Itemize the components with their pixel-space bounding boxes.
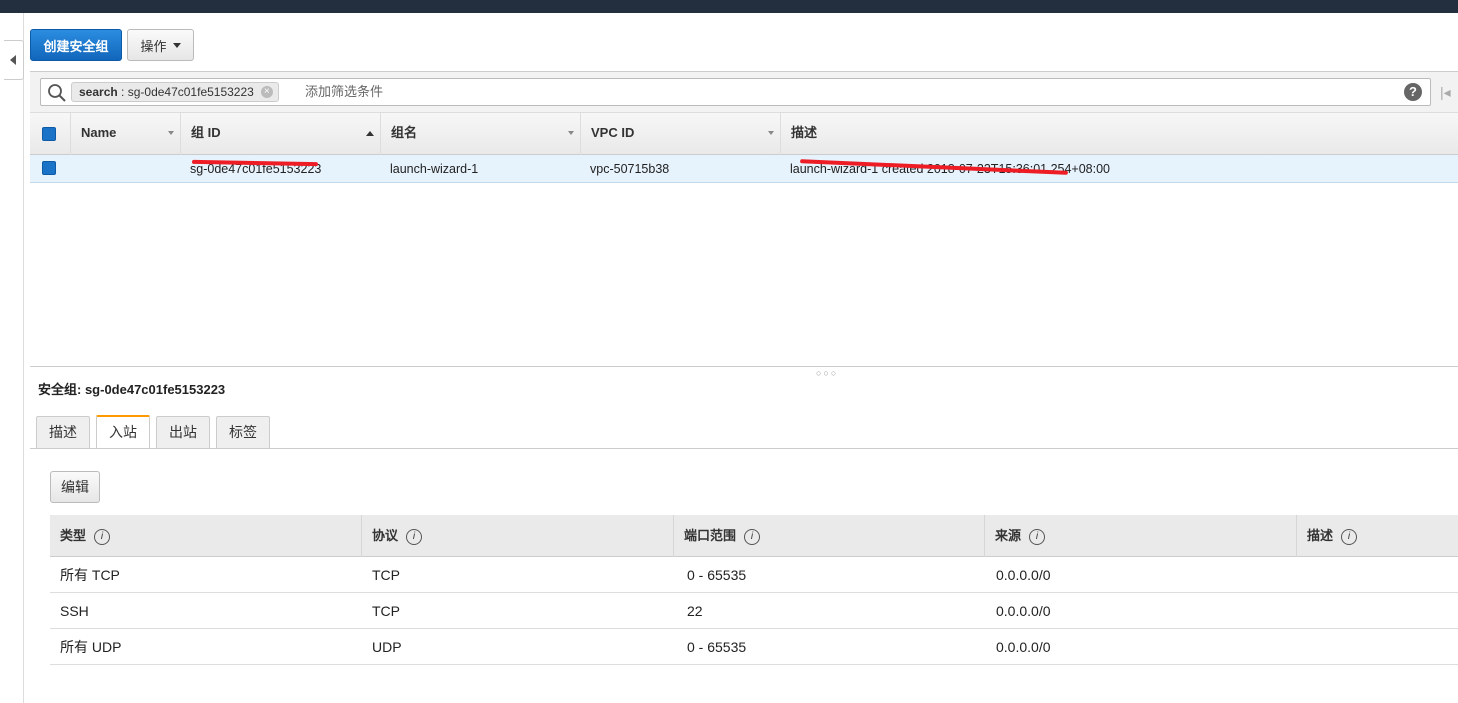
create-security-group-button[interactable]: 创建安全组 [30, 29, 122, 61]
tab-outbound[interactable]: 出站 [156, 416, 210, 449]
sort-icon [768, 131, 774, 135]
sort-icon [568, 131, 574, 135]
cell-group-name: launch-wizard-1 [390, 162, 479, 176]
table-row[interactable]: sg-0de47c01fe5153223 launch-wizard-1 vpc… [30, 155, 1458, 183]
info-icon[interactable]: i [1341, 528, 1358, 545]
rule-protocol: TCP [372, 567, 400, 583]
rule-port-range: 0 - 65535 [687, 639, 747, 655]
info-icon[interactable]: i [94, 528, 111, 545]
filter-token[interactable]: search : sg-0de47c01fe5153223 × [71, 82, 279, 102]
actions-dropdown-button[interactable]: 操作 [127, 29, 194, 61]
column-label: Name [81, 125, 117, 140]
rule-protocol: UDP [372, 639, 402, 655]
rule-protocol: TCP [372, 603, 400, 619]
search-placeholder: 添加筛选条件 [305, 84, 384, 99]
rule-port-range: 22 [687, 603, 703, 619]
drag-handle-icon[interactable]: ○○○ [816, 368, 838, 378]
tab-tags[interactable]: 标签 [216, 416, 270, 449]
filter-token-value: sg-0de47c01fe5153223 [127, 85, 254, 99]
rules-column-label: 类型 [60, 528, 87, 543]
rule-type: SSH [60, 603, 89, 619]
rule-type: 所有 UDP [60, 639, 122, 655]
collapse-nav-button[interactable] [4, 40, 24, 80]
cell-vpc-id: vpc-50715b38 [590, 162, 670, 176]
rule-source: 0.0.0.0/0 [996, 603, 1051, 619]
search-icon [48, 84, 66, 102]
tabs-divider [30, 448, 1458, 449]
filter-bar: search : sg-0de47c01fe5153223 × 添加筛选条件 ?… [30, 71, 1458, 113]
actions-label: 操作 [140, 38, 167, 54]
column-label: 组名 [391, 125, 418, 140]
chevron-down-icon [172, 42, 181, 48]
column-header-group-id[interactable]: 组 ID [180, 113, 380, 155]
info-icon[interactable]: i [744, 528, 761, 545]
column-header-vpc-id[interactable]: VPC ID [580, 113, 780, 155]
rule-source: 0.0.0.0/0 [996, 639, 1051, 655]
tab-description[interactable]: 描述 [36, 416, 90, 449]
rules-column-label: 描述 [1307, 528, 1334, 543]
table-row: SSH TCP 22 0.0.0.0/0 [50, 593, 1458, 629]
rules-table-header: 类型 i 协议 i 端口范围 i 来源 i 描述 i [50, 515, 1458, 557]
sort-icon [168, 131, 174, 135]
tab-inbound[interactable]: 入站 [96, 415, 150, 449]
column-header-group-name[interactable]: 组名 [380, 113, 580, 155]
rule-type: 所有 TCP [60, 567, 120, 583]
grid-header: Name 组 ID 组名 VPC ID 描述 [30, 113, 1458, 155]
column-header-name[interactable]: Name [70, 113, 180, 155]
select-all-checkbox[interactable] [42, 127, 56, 141]
remove-filter-icon[interactable]: × [260, 86, 273, 98]
first-page-icon[interactable]: |◂ [1440, 84, 1451, 101]
filter-token-key: search [79, 85, 118, 99]
rule-source: 0.0.0.0/0 [996, 567, 1051, 583]
edit-button[interactable]: 编辑 [50, 471, 100, 503]
table-row: 所有 TCP TCP 0 - 65535 0.0.0.0/0 [50, 557, 1458, 593]
rules-column-port-range: 端口范围 i [673, 515, 984, 557]
rules-column-label: 端口范围 [684, 528, 737, 543]
search-input[interactable]: search : sg-0de47c01fe5153223 × 添加筛选条件 ? [40, 78, 1431, 106]
table-row: 所有 UDP UDP 0 - 65535 0.0.0.0/0 [50, 629, 1458, 665]
help-icon[interactable]: ? [1404, 83, 1422, 101]
left-nav-rail [0, 13, 24, 703]
rules-column-source: 来源 i [984, 515, 1296, 557]
info-icon[interactable]: i [406, 528, 423, 545]
console-header-bar [0, 0, 1458, 13]
chevron-left-icon [10, 55, 16, 65]
rules-column-description: 描述 i [1296, 515, 1458, 557]
detail-title: 安全组: sg-0de47c01fe5153223 [38, 382, 226, 397]
rules-column-label: 协议 [372, 528, 399, 543]
rules-column-protocol: 协议 i [361, 515, 673, 557]
column-label: 组 ID [191, 125, 221, 140]
rules-column-label: 来源 [995, 528, 1022, 543]
column-label: 描述 [791, 125, 818, 140]
sort-ascending-icon [366, 131, 374, 136]
column-label: VPC ID [591, 125, 635, 140]
rule-port-range: 0 - 65535 [687, 567, 747, 583]
cell-group-id: sg-0de47c01fe5153223 [190, 162, 322, 176]
column-header-description[interactable]: 描述 [780, 113, 1458, 155]
info-icon[interactable]: i [1029, 528, 1046, 545]
row-checkbox[interactable] [42, 161, 56, 175]
pane-splitter[interactable] [30, 366, 1458, 367]
rules-column-type: 类型 i [50, 515, 361, 557]
